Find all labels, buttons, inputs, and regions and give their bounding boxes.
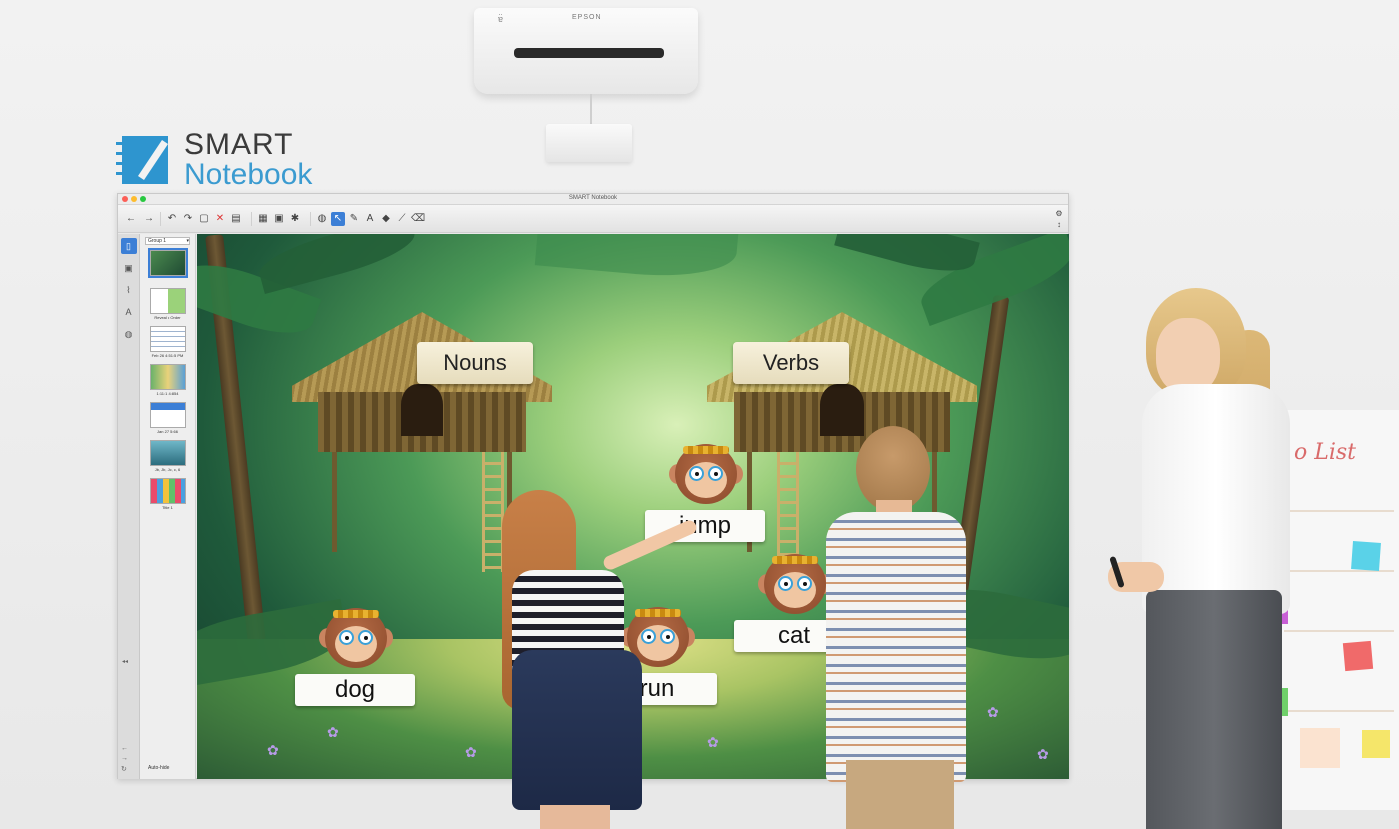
side-rotate-icon[interactable]: ↻ [121, 765, 128, 773]
gallery-icon[interactable]: ▣ [121, 260, 137, 276]
sticky-note [1362, 730, 1390, 758]
page-thumbnail-caption: Jb, Jb, Jc, c, 6 [154, 467, 181, 472]
attachments-icon[interactable]: ⌇ [121, 282, 137, 298]
logo-line-notebook: Notebook [184, 158, 313, 191]
page-thumbnail-caption [150, 277, 186, 283]
new-page-icon[interactable]: ▢ [197, 212, 211, 226]
sticky-note [1351, 541, 1381, 571]
side-tab-bar: ▯ ▣ ⌇ A ◍ ◂◂ ← → ↻ [118, 234, 140, 779]
window-titlebar: SMART Notebook [118, 194, 1068, 205]
sticky-note [1342, 640, 1374, 672]
page-thumbnail[interactable]: Feb 26 4:51:5 PM [149, 326, 186, 359]
projector-brand: EPSON [572, 14, 602, 21]
group-select-label: Group 1 [148, 238, 167, 244]
page-thumbnail[interactable]: Jb, Jb, Jc, c, 6 [149, 440, 186, 473]
redo-icon[interactable]: ↷ [181, 212, 195, 226]
select-icon[interactable]: ↖ [331, 211, 345, 226]
projector-logo-icon: ɐ̈ [498, 14, 504, 24]
pen-icon[interactable]: ✎ [347, 212, 361, 226]
group-select[interactable]: Group 1 ▾ [145, 237, 190, 245]
page-thumbnail[interactable]: Reveal • Order [149, 288, 186, 321]
collapse-panel-icon[interactable]: ◂◂ [122, 658, 128, 665]
arrow-left-icon[interactable]: ← [124, 212, 138, 226]
page-thumbnail-caption: Title 1 [162, 505, 173, 510]
projector: ɐ̈ EPSON [474, 8, 698, 94]
shape-icon[interactable]: ◆ [379, 212, 393, 226]
text-icon[interactable]: A [363, 212, 377, 226]
eraser-icon[interactable]: ⌫ [411, 212, 425, 226]
screen-shade-icon[interactable]: ▤ [229, 212, 243, 226]
flower-icon: ✿ [327, 724, 339, 740]
projector-mount-box [546, 124, 632, 162]
properties-icon[interactable]: A [121, 304, 137, 320]
main-toolbar: ← → ↶ ↷ ▢ ✕ ▤ ▦ ▣ ✱ ◍ ↖ ✎ A ◆ ⟋ ⌫ ⚙ ↕ [118, 205, 1068, 233]
wall-board-heading: o List [1294, 440, 1357, 465]
palm-leaf [254, 234, 420, 295]
addons-tab-icon[interactable]: ◍ [121, 326, 137, 342]
page-thumbnail[interactable]: Title 1 [149, 478, 186, 511]
page-thumbnail-caption: Feb 26 4:51:5 PM [151, 353, 184, 358]
smart-notebook-logo: SMART Notebook [116, 130, 312, 190]
table-icon[interactable]: ▦ [256, 212, 270, 226]
window-title: SMART Notebook [568, 195, 618, 201]
flower-icon: ✿ [707, 734, 719, 750]
nouns-sign: Nouns [417, 342, 533, 384]
projector-lens-slot [514, 48, 664, 58]
monkey-word-card[interactable]: dog [295, 608, 415, 718]
expand-icon[interactable]: ↕ [1054, 220, 1064, 229]
page-sorter-icon[interactable]: ▯ [120, 238, 137, 254]
auto-hide-toggle[interactable]: Auto-hide [148, 765, 169, 771]
undo-icon[interactable]: ↶ [165, 212, 179, 226]
page-thumbnail-caption: 1:11:1 4:854 [156, 391, 179, 396]
arrow-right-icon[interactable]: → [142, 212, 156, 226]
palm-leaf [534, 234, 740, 283]
page-thumbnail[interactable]: Jan 27 5:66 [149, 402, 186, 435]
page-sorter-panel: Group 1 ▾ Reveal • Order Feb 26 4:51:5 P… [140, 234, 196, 779]
line-icon[interactable]: ⟋ [395, 212, 409, 226]
side-arrow-right-icon[interactable]: → [121, 755, 128, 762]
page-thumbnail[interactable]: 1:11:1 4:854 [149, 364, 186, 397]
measure-icon[interactable]: ◍ [315, 212, 329, 226]
verbs-sign: Verbs [733, 342, 849, 384]
projector-cable [590, 94, 592, 124]
delete-icon[interactable]: ✕ [213, 212, 227, 226]
page-thumbnail-caption: Reveal • Order [154, 315, 181, 320]
flower-icon: ✿ [1037, 746, 1049, 762]
sticky-note [1300, 728, 1340, 768]
document-camera-icon[interactable]: ▣ [272, 212, 286, 226]
page-thumbnail[interactable] [147, 248, 188, 283]
chevron-down-icon: ▾ [186, 238, 189, 244]
flower-icon: ✿ [267, 742, 279, 758]
flower-icon: ✿ [987, 704, 999, 720]
logo-line-smart: SMART [184, 128, 294, 161]
smart-notebook-logo-icon [116, 132, 172, 188]
gear-icon[interactable]: ⚙ [1054, 209, 1064, 218]
page-thumbnail-caption: Jan 27 5:66 [157, 429, 178, 434]
side-arrow-left-icon[interactable]: ← [121, 745, 128, 752]
flower-icon: ✿ [465, 744, 477, 760]
word-card-label: dog [295, 674, 415, 706]
addons-icon[interactable]: ✱ [288, 212, 302, 226]
